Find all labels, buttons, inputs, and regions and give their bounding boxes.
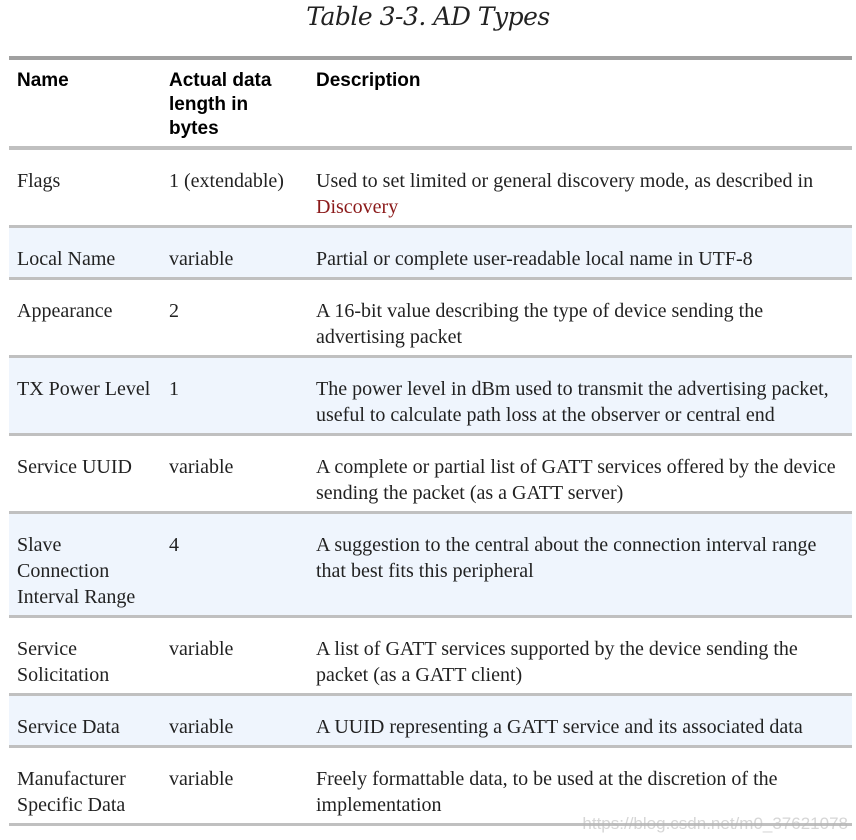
cell-name-text: TX Power Level <box>17 378 151 400</box>
cell-description-text: A suggestion to the central about the co… <box>316 534 817 582</box>
cell-length-text: variable <box>169 638 234 660</box>
cell-name: Local Name <box>9 226 161 280</box>
cell-name-text: Flags <box>17 170 61 192</box>
watermark: https://blog.csdn.net/m0_37621078 <box>582 814 848 833</box>
header-length: Actual data length in bytes <box>161 58 308 150</box>
cell-length: variable <box>161 434 308 514</box>
cell-name: Service UUID <box>9 434 161 514</box>
header-description: Description <box>308 58 852 150</box>
cell-description: Used to set limited or general discovery… <box>308 148 852 228</box>
cell-name-text: Appearance <box>17 300 113 322</box>
cell-length-text: 1 <box>169 378 179 400</box>
cell-name: Flags <box>9 148 161 228</box>
table-row: Slave Connection Interval Range 4 A sugges… <box>9 512 852 618</box>
cell-length: 4 <box>161 512 308 618</box>
cell-length-text: variable <box>169 248 234 270</box>
ad-types-table: Name Actual data length in bytes Descrip… <box>9 56 852 826</box>
discovery-link[interactable]: Discovery <box>316 196 398 218</box>
cell-description-text: A list of GATT services supported by the… <box>316 638 798 686</box>
cell-description-text: The power level in dBm used to transmit … <box>316 378 829 426</box>
table-row: Manufacturer Specific Data variable Freely… <box>9 746 852 826</box>
cell-length: variable <box>161 694 308 748</box>
cell-name-text: Service Solicitation <box>17 638 110 686</box>
cell-name-text: Local Name <box>17 248 116 270</box>
cell-description: A 16-bit value describing the type of de… <box>308 278 852 358</box>
cell-length-text: variable <box>169 716 234 738</box>
cell-name-text: Service Data <box>17 716 120 738</box>
cell-length-text: variable <box>169 456 234 478</box>
cell-name: Manufacturer Specific Data <box>9 746 161 826</box>
table-row: Service Solicitation variable A list of GA… <box>9 616 852 696</box>
cell-description: A complete or partial list of GATT servi… <box>308 434 852 514</box>
cell-name-text: Manufacturer Specific Data <box>17 768 126 816</box>
cell-length-text: 2 <box>169 300 179 322</box>
cell-name: Appearance <box>9 278 161 358</box>
cell-length-text: 1 (extendable) <box>169 170 284 192</box>
cell-length-text: variable <box>169 768 234 790</box>
table-row: Local Name variable Partial or complete us… <box>9 226 852 280</box>
table-row: Appearance 2 A 16-bit value describing the… <box>9 278 852 358</box>
cell-name: Service Solicitation <box>9 616 161 696</box>
cell-description: A list of GATT services supported by the… <box>308 616 852 696</box>
cell-description-text: Used to set limited or general discovery… <box>316 170 814 192</box>
table-row: Flags 1 (extendable) Used to set limited o… <box>9 148 852 228</box>
table-row: TX Power Level 1 The power level in dBm us… <box>9 356 852 436</box>
cell-description-text: A complete or partial list of GATT servi… <box>316 456 836 504</box>
table-caption: Table 3-3. AD Types <box>306 2 550 31</box>
cell-name: TX Power Level <box>9 356 161 436</box>
cell-description-text: A 16-bit value describing the type of de… <box>316 300 764 348</box>
cell-description-text: A UUID representing a GATT service and i… <box>316 716 803 738</box>
header-name: Name <box>9 58 161 150</box>
cell-length: 1 (extendable) <box>161 148 308 228</box>
cell-description: Partial or complete user-readable local … <box>308 226 852 280</box>
table-row: Service Data variable A UUID representing … <box>9 694 852 748</box>
cell-name-text: Slave Connection Interval Range <box>17 534 136 608</box>
cell-length: variable <box>161 746 308 826</box>
cell-length: variable <box>161 616 308 696</box>
cell-description: A suggestion to the central about the co… <box>308 512 852 618</box>
cell-description-text: Freely formattable data, to be used at t… <box>316 768 778 816</box>
cell-length: 1 <box>161 356 308 436</box>
cell-description: Freely formattable data, to be used at t… <box>308 746 852 826</box>
cell-name-text: Service UUID <box>17 456 132 478</box>
cell-description: A UUID representing a GATT service and i… <box>308 694 852 748</box>
cell-description: The power level in dBm used to transmit … <box>308 356 852 436</box>
cell-description-text: Partial or complete user-readable local … <box>316 248 753 270</box>
cell-length-text: 4 <box>169 534 179 556</box>
cell-name: Service Data <box>9 694 161 748</box>
table-header-row: Name Actual data length in bytes Descrip… <box>9 58 852 150</box>
table-row: Service UUID variable A complete or partia… <box>9 434 852 514</box>
cell-name: Slave Connection Interval Range <box>9 512 161 618</box>
cell-length: 2 <box>161 278 308 358</box>
cell-length: variable <box>161 226 308 280</box>
